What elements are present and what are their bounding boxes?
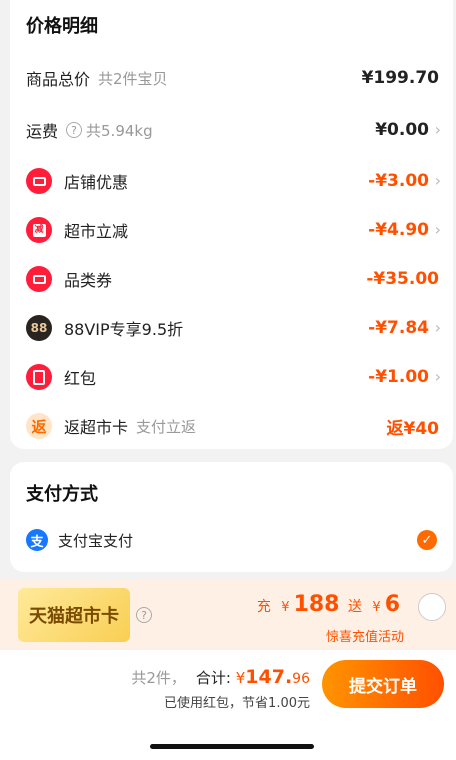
cashback-row: 返 返超市卡 支付立返 返¥40 bbox=[10, 410, 453, 442]
supermarket-discount-icon: 减 bbox=[26, 217, 52, 243]
bonus-currency: ¥ bbox=[372, 600, 381, 615]
shipping-weight: 共5.94kg bbox=[86, 121, 153, 140]
chevron-right-icon: › bbox=[434, 120, 441, 139]
red-envelope-icon bbox=[26, 364, 52, 390]
goods-total-label: 商品总价 bbox=[26, 70, 91, 89]
cashback-sub: 支付立返 bbox=[136, 417, 197, 436]
discount-row-category-coupon: 品类券 -¥35.00 bbox=[10, 263, 453, 295]
vip88-icon: 88 bbox=[26, 315, 52, 341]
price-details-card: 价格明细 商品总价 共2件宝贝 ¥199.70 运费 ? 共5.94kg ¥0.… bbox=[10, 0, 453, 449]
discount-label: 品类券 bbox=[64, 271, 113, 290]
chevron-right-icon: › bbox=[434, 367, 441, 386]
chevron-right-icon: › bbox=[434, 171, 441, 190]
discount-label: 超市立减 bbox=[64, 222, 129, 241]
discount-label: 红包 bbox=[64, 369, 97, 388]
total-decimal: 96 bbox=[292, 671, 310, 687]
item-count: 共2件， bbox=[131, 669, 186, 687]
payment-method-label: 支付宝支付 bbox=[58, 531, 134, 550]
total-price: ¥147.96 bbox=[235, 666, 310, 688]
goods-count: 共2件宝贝 bbox=[98, 69, 168, 88]
cashback-icon: 返 bbox=[26, 413, 52, 439]
discount-row-red-envelope[interactable]: 红包 -¥1.00 › bbox=[10, 361, 453, 393]
charge-currency: ¥ bbox=[281, 600, 290, 615]
supermarket-card-promo[interactable]: 天猫超市卡 ? 充 ¥188 送 ¥6 惊喜充值活动 bbox=[0, 580, 456, 650]
help-icon[interactable]: ? bbox=[136, 607, 152, 623]
payment-method-card: 支付方式 支 支付宝支付 ✓ bbox=[10, 462, 453, 572]
shipping-row[interactable]: 运费 ? 共5.94kg ¥0.00 › bbox=[10, 114, 453, 146]
goods-total-amount: ¥199.70 bbox=[361, 68, 439, 88]
discount-label: 88VIP专享9.5折 bbox=[64, 320, 184, 339]
discount-row-supermarket[interactable]: 减 超市立减 -¥4.90 › bbox=[10, 214, 453, 246]
price-details-title: 价格明细 bbox=[26, 16, 98, 37]
discount-row-88vip[interactable]: 88 88VIP专享9.5折 -¥7.84 › bbox=[10, 312, 453, 344]
payment-method-title: 支付方式 bbox=[26, 484, 98, 505]
cashback-label: 返超市卡 bbox=[64, 418, 129, 437]
ticket-icon bbox=[26, 168, 52, 194]
bonus-amount: 6 bbox=[384, 592, 400, 617]
chevron-right-icon: › bbox=[434, 318, 441, 337]
supermarket-card-badge: 天猫超市卡 bbox=[18, 588, 130, 642]
promo-subtitle: 惊喜充值活动 bbox=[325, 630, 404, 645]
checkout-footer: 共2件， 合计: ¥147.96 已使用红包，节省1.00元 提交订单 bbox=[0, 650, 456, 760]
payment-option-alipay[interactable]: 支 支付宝支付 ✓ bbox=[10, 524, 453, 556]
alipay-icon: 支 bbox=[26, 529, 48, 551]
recharge-offer: 充 ¥188 送 ¥6 bbox=[257, 592, 404, 617]
promo-select-radio[interactable] bbox=[418, 593, 446, 621]
discount-amount: -¥1.00 bbox=[368, 367, 429, 387]
order-total: 共2件， 合计: ¥147.96 bbox=[131, 666, 310, 688]
chevron-right-icon: › bbox=[434, 220, 441, 239]
discount-amount: -¥7.84 bbox=[368, 318, 429, 338]
discount-amount: -¥35.00 bbox=[366, 269, 439, 289]
bonus-label: 送 bbox=[347, 599, 362, 615]
discount-amount: -¥4.90 bbox=[368, 220, 429, 240]
discount-label: 店铺优惠 bbox=[64, 173, 129, 192]
discount-amount: -¥3.00 bbox=[368, 171, 429, 191]
shipping-label: 运费 bbox=[26, 122, 59, 141]
total-label: 合计: bbox=[195, 669, 231, 687]
charge-amount: 188 bbox=[293, 592, 340, 617]
shipping-amount: ¥0.00 bbox=[375, 120, 429, 140]
total-currency: ¥ bbox=[235, 669, 246, 687]
submit-order-button[interactable]: 提交订单 bbox=[322, 660, 444, 708]
home-indicator bbox=[150, 744, 314, 749]
category-coupon-icon bbox=[26, 266, 52, 292]
help-icon[interactable]: ? bbox=[66, 122, 83, 138]
savings-note: 已使用红包，节省1.00元 bbox=[164, 696, 310, 711]
total-integer: 147. bbox=[245, 666, 293, 688]
charge-label: 充 bbox=[256, 599, 271, 615]
goods-total-row: 商品总价 共2件宝贝 ¥199.70 bbox=[10, 62, 453, 94]
cashback-amount: 返¥40 bbox=[386, 418, 440, 439]
discount-row-store[interactable]: 店铺优惠 -¥3.00 › bbox=[10, 165, 453, 197]
checkmark-icon[interactable]: ✓ bbox=[417, 530, 437, 550]
